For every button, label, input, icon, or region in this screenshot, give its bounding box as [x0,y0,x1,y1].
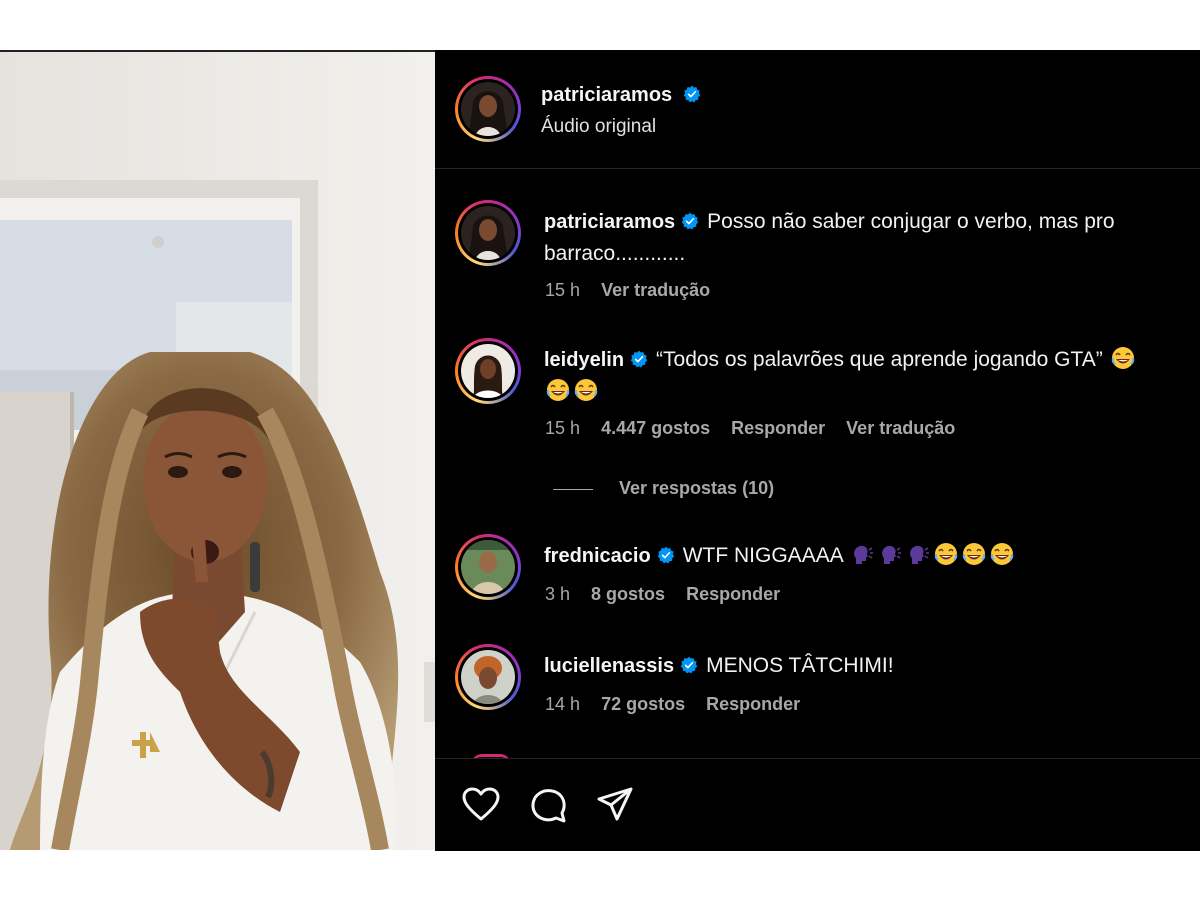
comment-time: 15 h [545,418,581,438]
reply-button[interactable]: Responder [706,694,800,714]
author-username[interactable]: patriciaramos [541,84,672,106]
comment-username[interactable]: luciellenassis [544,655,674,677]
laughing-emoji-icon [546,378,570,402]
audio-label[interactable]: Áudio original [541,116,656,138]
comment-avatar[interactable] [455,338,521,404]
post-frame: patriciaramos Áudio original patriciaram… [0,50,1200,851]
comment-body: leidyelin “Todos os palavrões que aprende… [544,344,1186,408]
view-replies-label: Ver respostas (10) [619,478,775,498]
comment-likes[interactable]: 72 gostos [601,694,685,714]
verified-badge-icon [683,85,701,103]
comment-time: 14 h [545,694,581,714]
comment-time: 3 h [545,584,571,604]
translate-button[interactable]: Ver tradução [846,418,955,438]
comment-time: 15 h [545,280,581,300]
comment-avatar-image [461,650,515,704]
laughing-emoji-icon [1111,346,1135,370]
comment-text: MENOS TÂTCHIMI! [706,654,894,677]
comment-text: “Todos os palavrões que aprende jogando … [656,348,1103,371]
comment-username[interactable]: frednicacio [544,545,651,567]
comment-meta: 15 h Ver tradução [545,280,726,301]
comment-meta: 14 h 72 gostos Responder [545,694,816,715]
reply-button[interactable]: Responder [731,418,825,438]
laughing-emoji-icon [934,542,958,566]
video-frame-image [0,52,435,850]
translate-button[interactable]: Ver tradução [601,280,710,300]
comment-avatar-image [461,344,515,398]
verified-badge-icon [630,346,648,368]
view-replies-button[interactable]: Ver respostas (10) [553,478,774,499]
comment-avatar-image [461,206,515,260]
comment-body: frednicacio WTF NIGGAAAA [544,540,1186,572]
author-avatar[interactable] [455,76,521,142]
comment-likes[interactable]: 4.447 gostos [601,418,710,438]
comments-panel: patriciaramos Áudio original patriciaram… [435,50,1200,851]
laughing-emoji-icon [990,542,1014,566]
comment-body: luciellenassis MENOS TÂTCHIMI! [544,650,1186,682]
laughing-emoji-icon [962,542,986,566]
comment-avatar[interactable] [455,644,521,710]
comment-username[interactable]: leidyelin [544,349,624,371]
replies-dash [553,488,593,490]
speaking-head-emoji-icon [878,542,902,566]
heart-icon[interactable] [461,785,501,825]
comment-avatar[interactable] [455,534,521,600]
comment-likes[interactable]: 8 gostos [591,584,665,604]
post-header: patriciaramos Áudio original [435,50,1200,169]
action-bar [435,758,1200,851]
comment-avatar-image [461,540,515,594]
author-avatar-image [461,82,515,136]
comment-icon[interactable] [529,785,569,825]
verified-badge-icon [657,542,675,564]
verified-badge-icon [681,208,699,230]
comment-username[interactable]: patriciaramos [544,211,675,233]
laughing-emoji-icon [574,378,598,402]
comment-meta: 15 h 4.447 gostos Responder Ver tradução [545,418,971,439]
comment-avatar[interactable] [455,200,521,266]
reel-video[interactable] [0,52,435,850]
speaking-head-emoji-icon [906,542,930,566]
speaking-head-emoji-icon [850,542,874,566]
comment-body: patriciaramos Posso não saber conjugar o … [544,206,1186,270]
comment-meta: 3 h 8 gostos Responder [545,584,796,605]
comment-text: WTF NIGGAAAA [682,544,843,567]
verified-badge-icon [680,652,698,674]
reply-button[interactable]: Responder [686,584,780,604]
share-icon[interactable] [595,785,635,825]
